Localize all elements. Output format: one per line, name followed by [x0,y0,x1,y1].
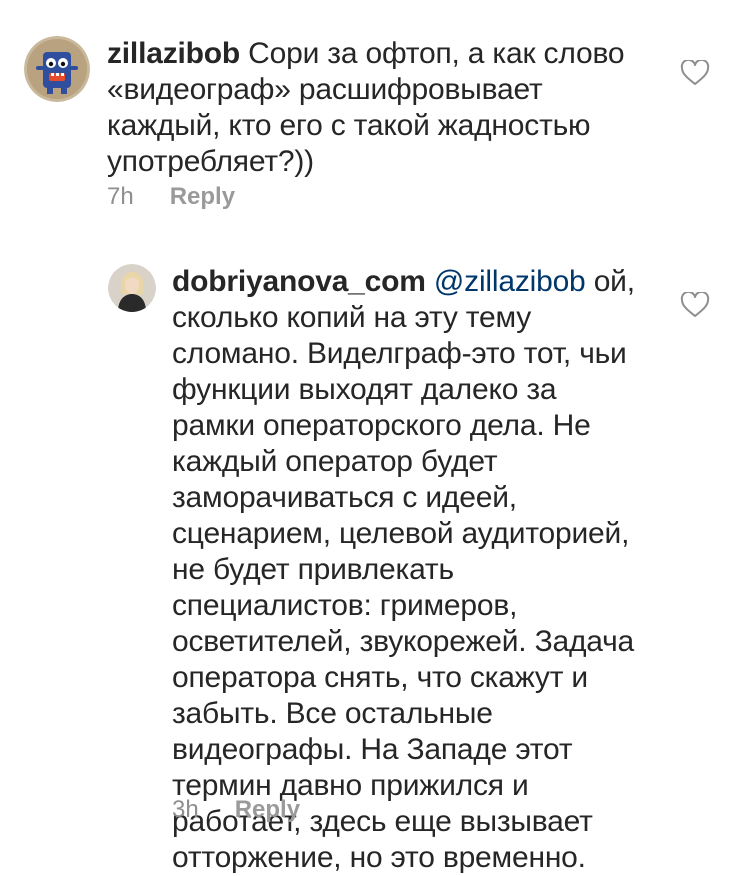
comment-meta: 7h Reply [107,183,235,211]
comment-username[interactable]: zillazibob [107,37,240,70]
reply-button[interactable]: Reply [170,183,235,211]
user-photo-avatar-icon[interactable] [108,264,156,312]
monster-avatar-icon[interactable] [24,36,90,102]
comment-username[interactable]: dobriyanova_com [172,265,426,298]
comment-body: zillazibob Сори за офтоп, а как слово «в… [107,36,647,180]
comment-timestamp: 3h [172,796,199,823]
comment-timestamp: 7h [107,183,134,210]
heart-outline-icon[interactable] [680,290,710,318]
comment-meta: 3h Reply [172,796,300,824]
reply-button[interactable]: Reply [235,796,300,824]
comment-text: ой, сколько копий на эту тему сломано. В… [172,265,635,874]
mention-link[interactable]: @zillazibob [434,265,586,298]
heart-outline-icon[interactable] [680,58,710,86]
comment-body: dobriyanova_com @zillazibob ой, сколько … [172,264,642,876]
